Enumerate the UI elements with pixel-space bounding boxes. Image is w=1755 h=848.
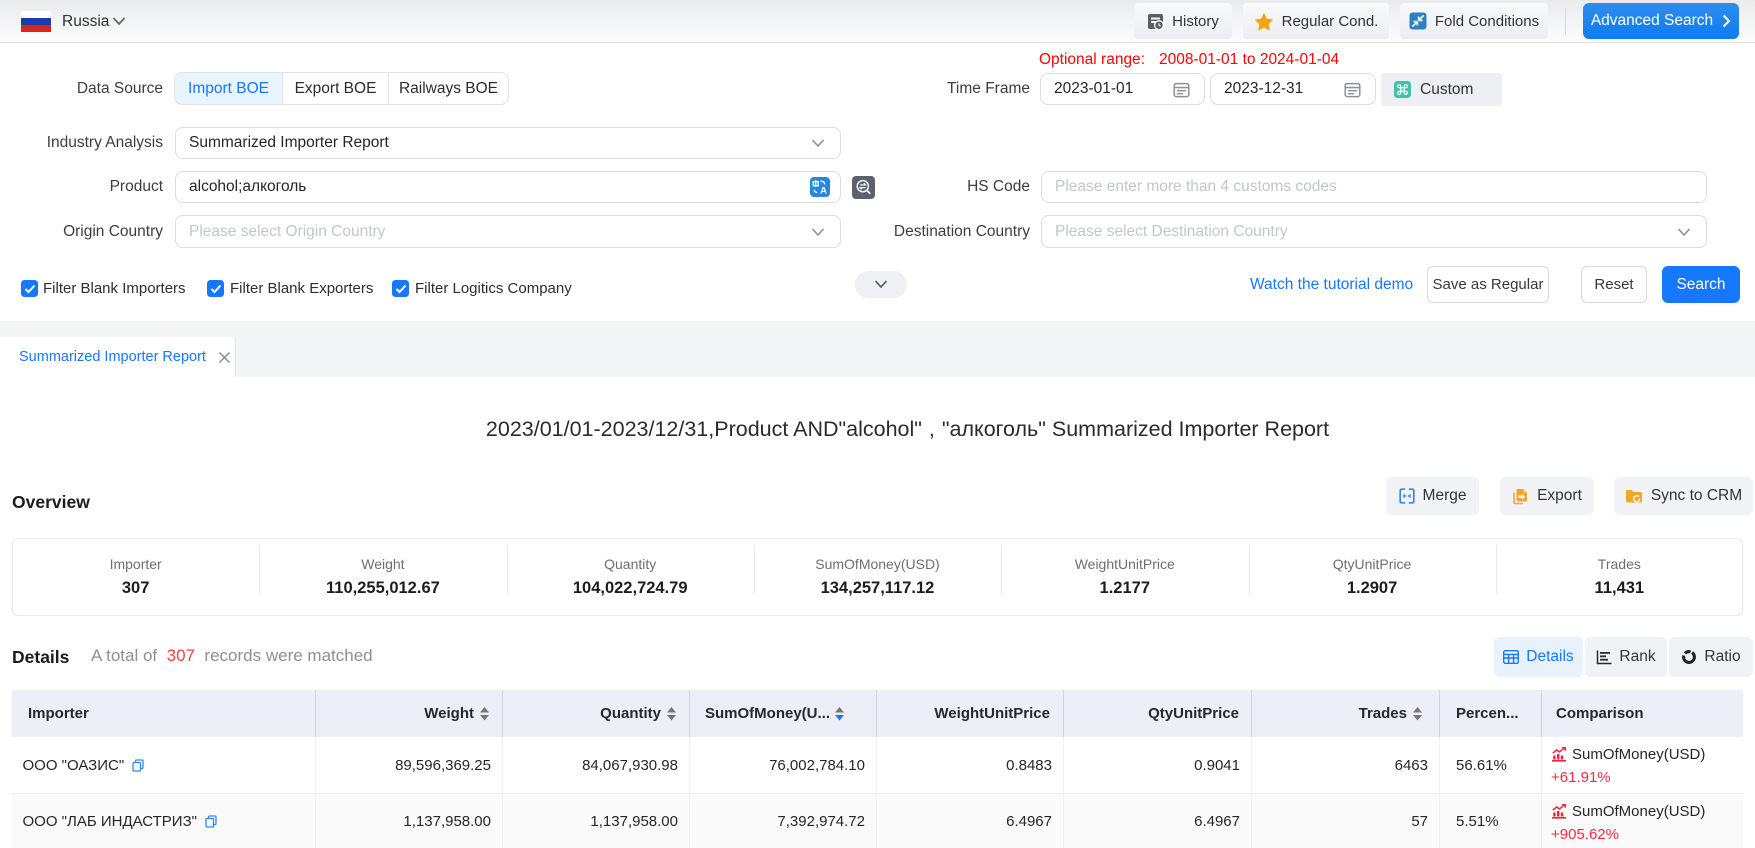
svg-text:A: A xyxy=(820,185,827,196)
